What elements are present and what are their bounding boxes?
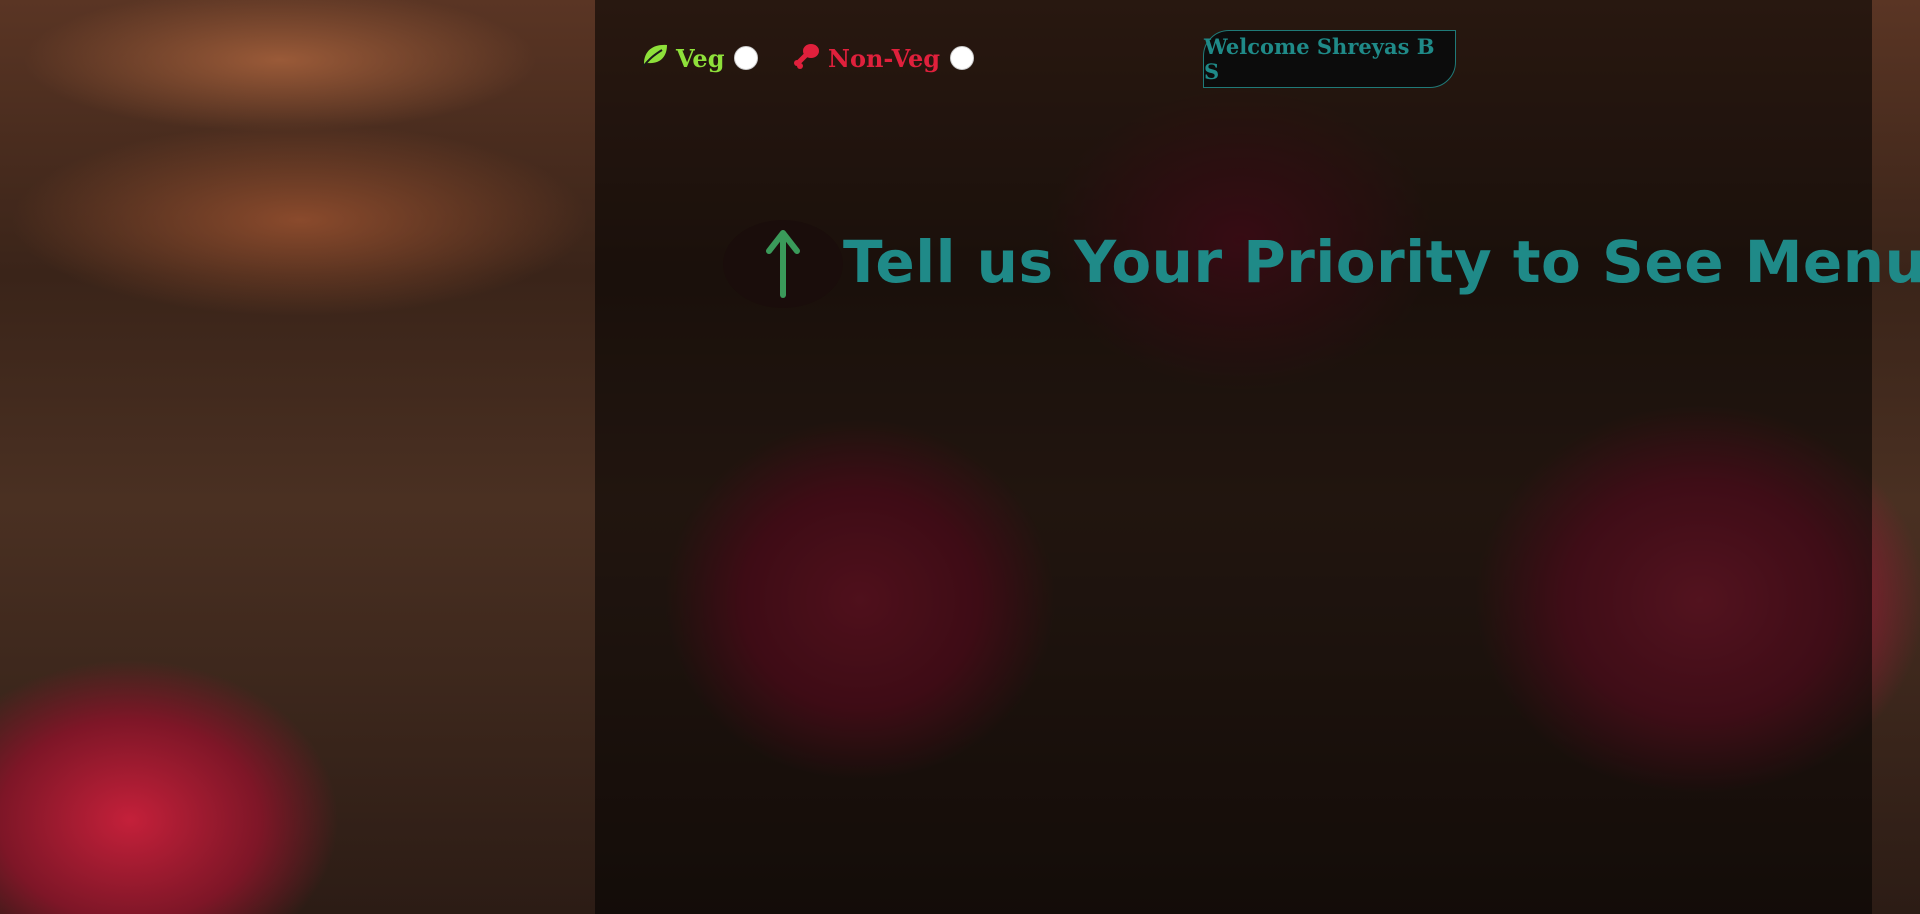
nonveg-option[interactable]: Non-Veg [792, 40, 975, 76]
page-heading: Tell us Your Priority to See Menu [843, 228, 1920, 296]
nonveg-label: Non-Veg [828, 43, 941, 73]
arrow-up-icon [761, 225, 805, 303]
veg-radio[interactable] [734, 46, 759, 70]
veg-label: Veg [676, 43, 725, 73]
leaf-icon [640, 40, 670, 76]
content-panel [595, 0, 1872, 914]
priority-arrow-button[interactable] [723, 220, 843, 308]
welcome-text: Welcome Shreyas B S [1204, 34, 1435, 84]
welcome-badge: Welcome Shreyas B S [1203, 30, 1456, 88]
drumstick-icon [792, 40, 822, 76]
veg-option[interactable]: Veg [640, 40, 759, 76]
nonveg-radio[interactable] [950, 46, 975, 70]
